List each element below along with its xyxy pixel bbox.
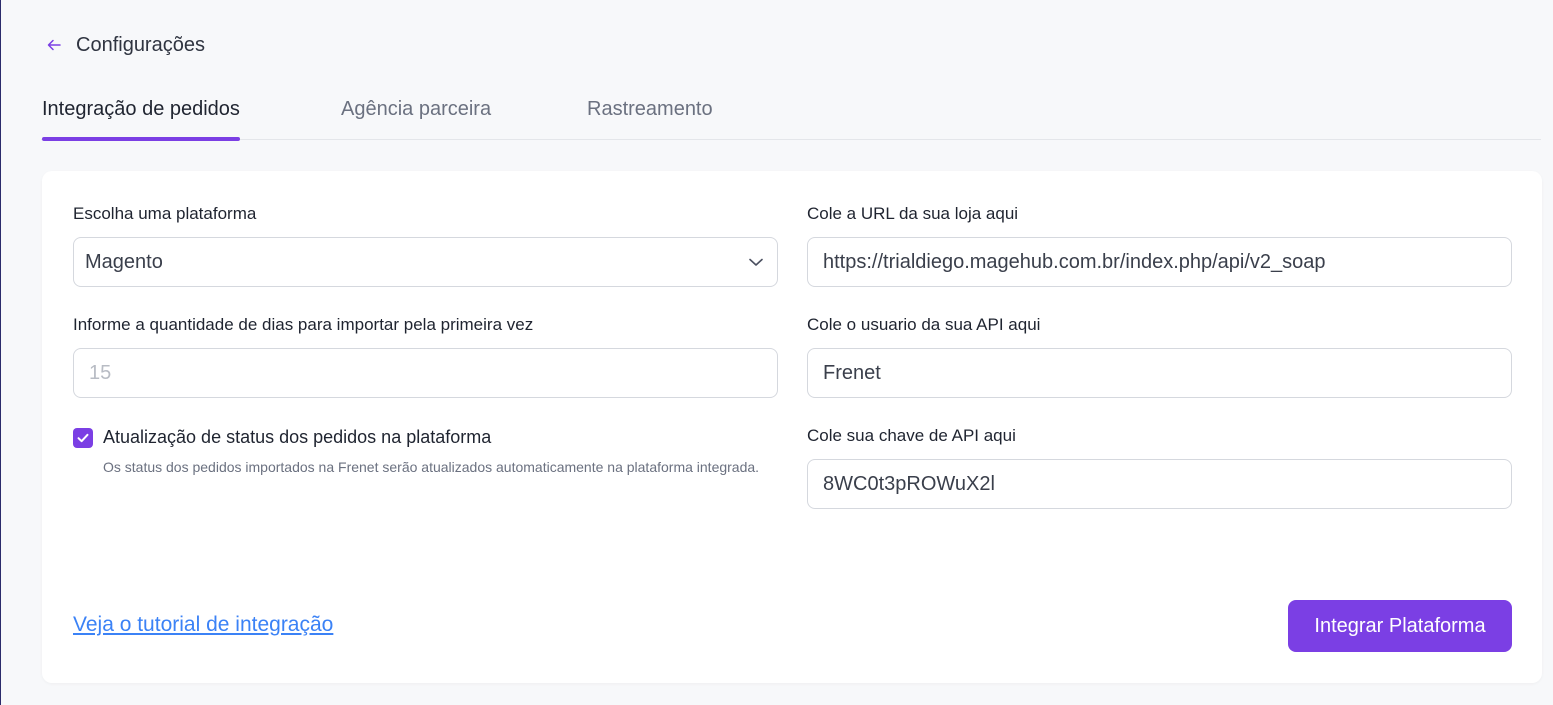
api-key-field — [807, 459, 1512, 509]
chevron-down-icon — [745, 251, 767, 273]
api-user-input[interactable] — [823, 361, 1496, 385]
integration-form-card: Escolha uma plataforma Magento Informe a… — [42, 171, 1542, 683]
days-field — [73, 348, 778, 398]
tab-order-integration[interactable]: Integração de pedidos — [42, 84, 240, 141]
days-input[interactable] — [89, 361, 762, 385]
status-update-help: Os status dos pedidos importados na Fren… — [103, 459, 760, 475]
platform-label: Escolha uma plataforma — [73, 204, 257, 223]
status-update-label: Atualização de status dos pedidos na pla… — [103, 427, 492, 447]
status-update-checkbox[interactable] — [73, 428, 93, 448]
platform-select[interactable]: Magento — [73, 237, 778, 287]
page-title: Configurações — [76, 33, 205, 56]
page-header: Configurações — [41, 30, 205, 60]
api-user-field — [807, 348, 1512, 398]
tab-bar: Integração de pedidos Agência parceira R… — [41, 84, 1541, 141]
checkmark-icon — [77, 433, 89, 443]
store-url-input[interactable] — [823, 250, 1496, 274]
integrate-platform-button[interactable]: Integrar Plataforma — [1288, 600, 1512, 652]
arrow-left-icon[interactable] — [41, 32, 67, 58]
tab-tracking[interactable]: Rastreamento — [587, 84, 713, 139]
store-url-field — [807, 237, 1512, 287]
platform-select-value: Magento — [85, 250, 163, 273]
api-key-input[interactable] — [823, 472, 1496, 496]
store-url-label: Cole a URL da sua loja aqui — [807, 204, 1019, 223]
api-key-label: Cole sua chave de API aqui — [807, 426, 1016, 445]
days-label: Informe a quantidade de dias para import… — [73, 315, 534, 334]
tab-partner-agency[interactable]: Agência parceira — [341, 84, 491, 139]
tutorial-link[interactable]: Veja o tutorial de integração — [73, 613, 333, 637]
api-user-label: Cole o usuario da sua API aqui — [807, 315, 1041, 334]
